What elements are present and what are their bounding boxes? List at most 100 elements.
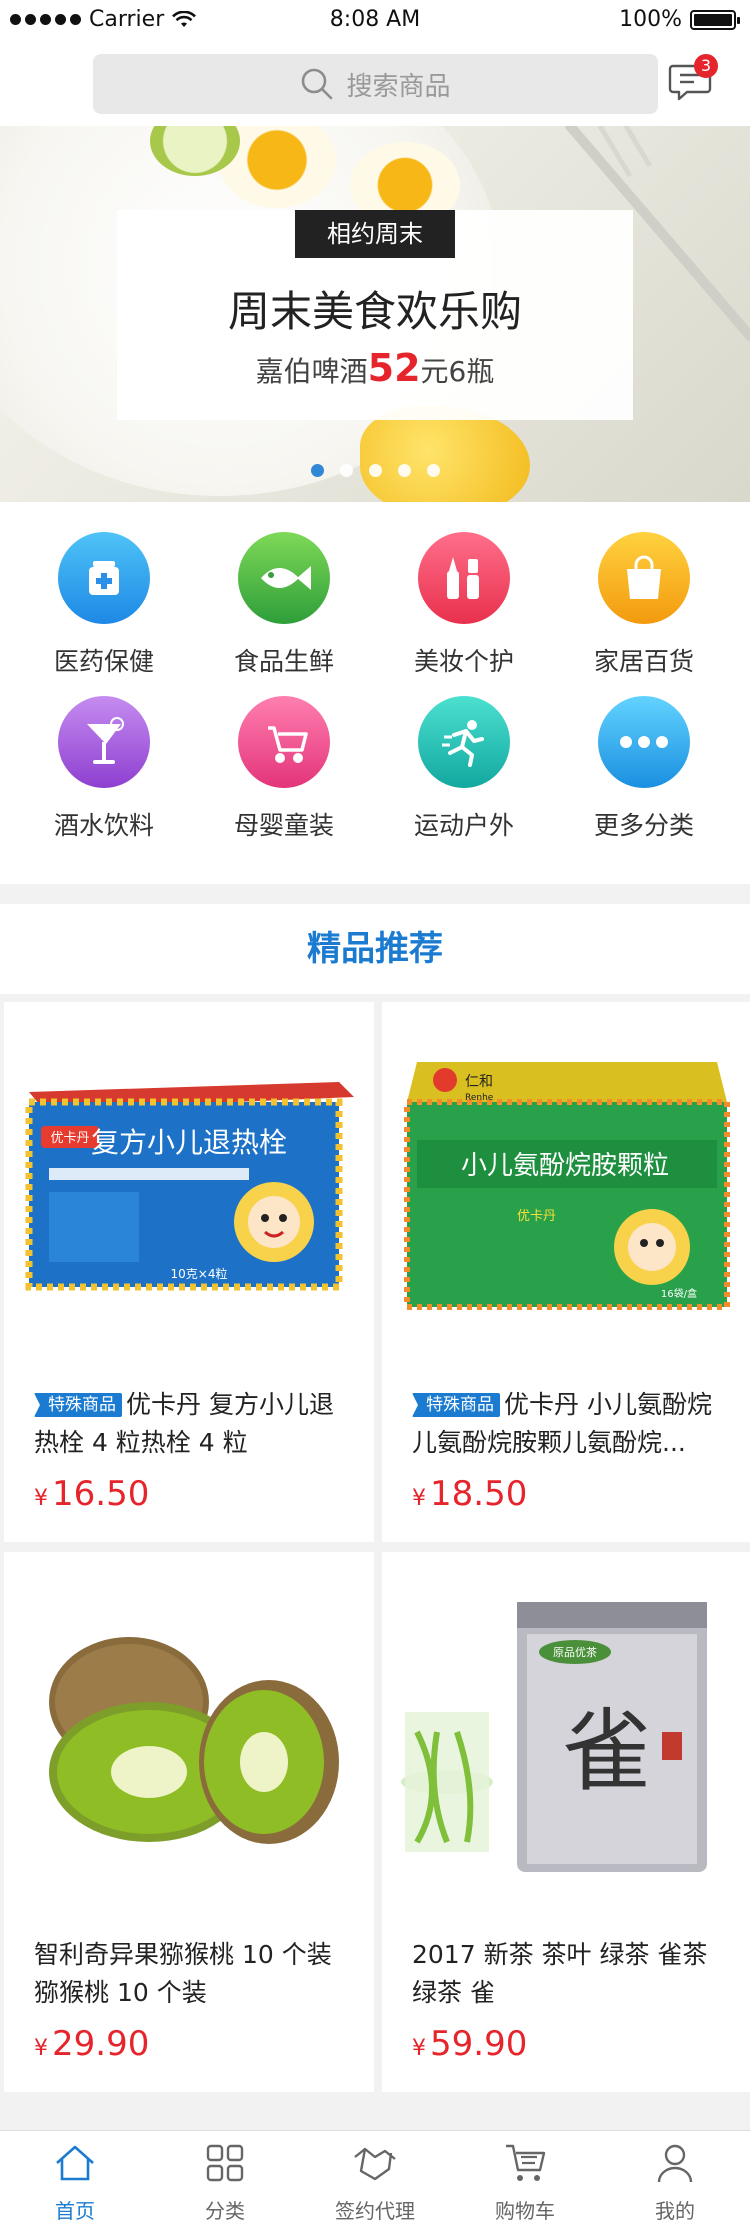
tab-label: 购物车 [495,2199,555,2223]
product-price: ¥18.50 [412,1474,527,1514]
product-image: 仁和 Renhe 小儿氨酚烷胺颗粒 优卡丹 16袋/盒 [382,1002,750,1362]
tab-bar: 首页 分类 签约代理 购物车 我的 [0,2130,750,2227]
price-value: 16.50 [52,1474,150,1514]
product-image: 优卡丹 复方小儿退热栓 10克×4粒 [4,1002,374,1362]
promo-banner[interactable]: 相约周末 周末美食欢乐购 嘉伯啤酒52元6瓶 [0,126,750,502]
can-brand: 原品优茶 [553,1646,597,1659]
special-tag: 特殊商品 [34,1393,122,1417]
product-name: 特殊商品 优卡丹 复方小儿退热栓 4 粒热栓 4 粒 [34,1386,352,1462]
tab-cart[interactable]: 购物车 [450,2141,600,2224]
tab-label: 签约代理 [335,2199,415,2223]
makeup-icon [418,532,510,624]
category-item[interactable]: 运动户外 [374,696,554,842]
box-title: 小儿氨酚烷胺颗粒 [461,1151,669,1181]
banner-subtitle: 嘉伯啤酒52元6瓶 [117,346,633,390]
box-title: 复方小儿退热栓 [91,1126,287,1159]
box-brand: 优卡丹 [517,1209,556,1224]
banner-title: 周末美食欢乐购 [227,287,522,336]
status-bar: Carrier 8:08 AM 100% [0,0,750,40]
banner-sub-text: 嘉伯啤酒 [255,355,368,388]
tab-home[interactable]: 首页 [0,2141,150,2224]
currency-symbol: ¥ [34,1486,48,1511]
category-label: 更多分类 [593,811,694,840]
category-item[interactable]: 美妆个护 [374,532,554,678]
search-input[interactable]: 搜索商品 [93,54,658,114]
section-title: 精品推荐 [0,904,750,994]
currency-symbol: ¥ [412,2036,426,2061]
price-value: 18.50 [430,1474,528,1514]
product-image [4,1552,374,1912]
search-icon [302,68,333,100]
category-item[interactable]: 家居百货 [554,532,734,678]
pager-dot[interactable] [368,464,382,477]
category-item[interactable]: 母婴童装 [194,696,374,842]
product-name: 2017 新茶 茶叶 绿茶 雀茶 绿茶 雀 [412,1940,708,2007]
product-card[interactable]: 原品优茶 雀 2017 新茶 茶叶 绿茶 雀茶 绿茶 雀 ¥59.90 [382,1552,750,2092]
product-name: 智利奇异果猕猴桃 10 个装 猕猴桃 10 个装 [34,1940,332,2007]
category-label: 食品生鲜 [233,647,334,676]
fish-icon [238,532,330,624]
battery-percent: 100% [619,7,682,32]
home-icon [0,2141,150,2185]
banner-pager[interactable] [0,464,750,477]
battery-icon [690,9,740,30]
category-grid-icon [150,2141,300,2185]
product-card[interactable]: 仁和 Renhe 小儿氨酚烷胺颗粒 优卡丹 16袋/盒 特殊商品 优卡丹 小儿氨酚… [382,1002,750,1542]
banner-sub-price: 52 [367,346,421,390]
category-item[interactable]: 食品生鲜 [194,532,374,678]
more-icon [598,696,690,788]
drink-icon [58,696,150,788]
pager-dot[interactable] [397,464,411,477]
battery-info: 100% [619,7,740,32]
tab-user[interactable]: 我的 [600,2141,750,2224]
kiwi-image [49,1637,339,1844]
banner-tag: 相约周末 [295,210,455,258]
running-icon [418,696,510,788]
category-item[interactable]: 酒水饮料 [14,696,194,842]
pager-dot[interactable] [426,464,440,477]
message-badge: 3 [694,54,718,78]
tab-label: 首页 [55,2199,95,2223]
currency-symbol: ¥ [34,2036,48,2061]
pager-dot[interactable] [339,464,353,477]
product-name: 特殊商品 优卡丹 小儿氨酚烷儿氨酚烷胺颗儿氨酚烷... [412,1386,730,1462]
banner-food-image [360,406,530,502]
user-icon [600,2141,750,2185]
category-label: 母婴童装 [233,811,334,840]
tab-label: 我的 [655,2199,695,2223]
product-image: 原品优茶 雀 [382,1552,750,1912]
tab-category-grid[interactable]: 分类 [150,2141,300,2224]
medicine-icon [58,532,150,624]
currency-symbol: ¥ [412,1486,426,1511]
category-label: 家居百货 [593,647,694,676]
category-label: 美妆个护 [413,647,514,676]
header: 搜索商品 3 [0,40,750,126]
handshake-icon [300,2141,450,2185]
category-item[interactable]: 更多分类 [554,696,734,842]
price-value: 59.90 [430,2024,528,2064]
banner-card: 相约周末 周末美食欢乐购 嘉伯啤酒52元6瓶 [117,210,633,420]
pager-dot[interactable] [310,464,324,477]
stroller-icon [238,696,330,788]
box-note: 10克×4粒 [171,1266,228,1281]
category-label: 运动户外 [413,811,514,840]
product-price: ¥29.90 [34,2024,149,2064]
medicine-box-image: 优卡丹 复方小儿退热栓 10克×4粒 [25,1082,354,1291]
banner-sub-unit: 元6瓶 [420,355,495,388]
product-price: ¥59.90 [412,2024,527,2064]
can-character: 雀 [562,1699,652,1804]
category-label: 酒水饮料 [53,811,154,840]
tab-handshake[interactable]: 签约代理 [300,2141,450,2224]
category-item[interactable]: 医药保健 [14,532,194,678]
product-card[interactable]: 智利奇异果猕猴桃 10 个装 猕猴桃 10 个装 ¥29.90 [4,1552,374,2092]
box-maker: 仁和 [465,1074,493,1090]
price-value: 29.90 [52,2024,150,2064]
category-grid: 医药保健 食品生鲜 美妆个护 家居百货酒水饮料 母婴童装 运动户外 更多分类 [0,502,750,884]
product-price: ¥16.50 [34,1474,149,1514]
tab-label: 分类 [205,2199,245,2223]
box-note: 16袋/盒 [661,1287,697,1300]
shopping-bag-icon [598,532,690,624]
medicine-box-image: 仁和 Renhe 小儿氨酚烷胺颗粒 优卡丹 16袋/盒 [404,1062,730,1310]
search-placeholder: 搜索商品 [346,71,451,102]
product-card[interactable]: 优卡丹 复方小儿退热栓 10克×4粒 特殊商品 优卡丹 复方小儿退热栓 4 粒热栓… [4,1002,374,1542]
